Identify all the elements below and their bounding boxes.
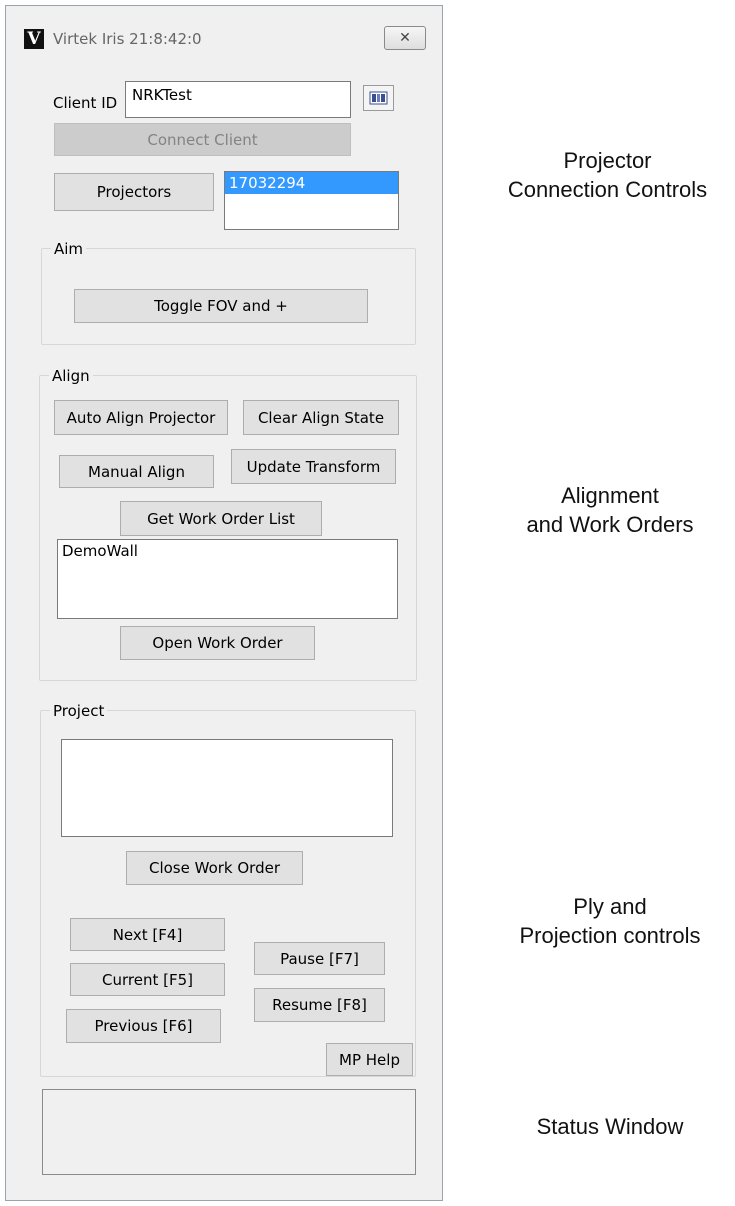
update-transform-button[interactable]: Update Transform xyxy=(231,449,396,484)
aim-legend: Aim xyxy=(51,240,87,258)
ply-annotation: Ply and Projection controls xyxy=(490,892,730,950)
ply-annotation-line1: Ply and xyxy=(573,894,647,919)
clear-align-state-button[interactable]: Clear Align State xyxy=(243,400,399,435)
connection-annotation: Projector Connection Controls xyxy=(480,146,735,204)
projectors-button[interactable]: Projectors xyxy=(54,173,214,211)
ply-annotation-line2: Projection controls xyxy=(519,923,701,948)
alignment-annotation-line1: Alignment xyxy=(561,483,659,508)
pause-button[interactable]: Pause [F7] xyxy=(254,942,385,975)
keyboard-icon xyxy=(369,91,388,105)
close-icon: ✕ xyxy=(399,30,411,46)
next-button[interactable]: Next [F4] xyxy=(70,918,225,951)
window-title: Virtek Iris 21:8:42:0 xyxy=(53,30,202,48)
connect-client-button[interactable]: Connect Client xyxy=(54,123,351,156)
keyboard-button[interactable] xyxy=(363,85,394,111)
connection-annotation-line2: Connection Controls xyxy=(507,177,708,202)
alignment-annotation-line2: and Work Orders xyxy=(526,512,694,537)
projection-list[interactable] xyxy=(61,739,393,837)
work-order-list[interactable]: DemoWall xyxy=(57,539,398,619)
alignment-annotation: Alignment and Work Orders xyxy=(490,481,730,539)
virtek-logo-icon: V xyxy=(24,29,44,49)
work-order-list-item[interactable]: DemoWall xyxy=(58,540,397,562)
connection-annotation-line1: Projector xyxy=(563,148,652,173)
close-work-order-button[interactable]: Close Work Order xyxy=(126,851,303,885)
client-id-input[interactable]: NRKTest xyxy=(125,81,351,118)
projector-list-item[interactable]: 17032294 xyxy=(225,172,398,194)
client-id-label: Client ID xyxy=(53,94,118,112)
mp-help-button[interactable]: MP Help xyxy=(326,1043,413,1076)
auto-align-projector-button[interactable]: Auto Align Projector xyxy=(54,400,228,435)
align-legend: Align xyxy=(49,367,93,385)
manual-align-button[interactable]: Manual Align xyxy=(59,455,214,488)
close-button[interactable]: ✕ xyxy=(384,26,426,50)
status-window xyxy=(42,1089,416,1175)
project-legend: Project xyxy=(50,702,108,720)
get-work-order-list-button[interactable]: Get Work Order List xyxy=(120,501,322,536)
status-annotation: Status Window xyxy=(536,1114,684,1139)
title-bar: V Virtek Iris 21:8:42:0 ✕ xyxy=(6,6,442,62)
projector-list[interactable]: 17032294 xyxy=(224,171,399,230)
previous-button[interactable]: Previous [F6] xyxy=(66,1009,221,1043)
app-window: V Virtek Iris 21:8:42:0 ✕ Client ID NRKT… xyxy=(5,5,443,1201)
open-work-order-button[interactable]: Open Work Order xyxy=(120,626,315,660)
resume-button[interactable]: Resume [F8] xyxy=(254,988,385,1022)
toggle-fov-button[interactable]: Toggle FOV and + xyxy=(74,289,368,323)
current-button[interactable]: Current [F5] xyxy=(70,963,225,996)
